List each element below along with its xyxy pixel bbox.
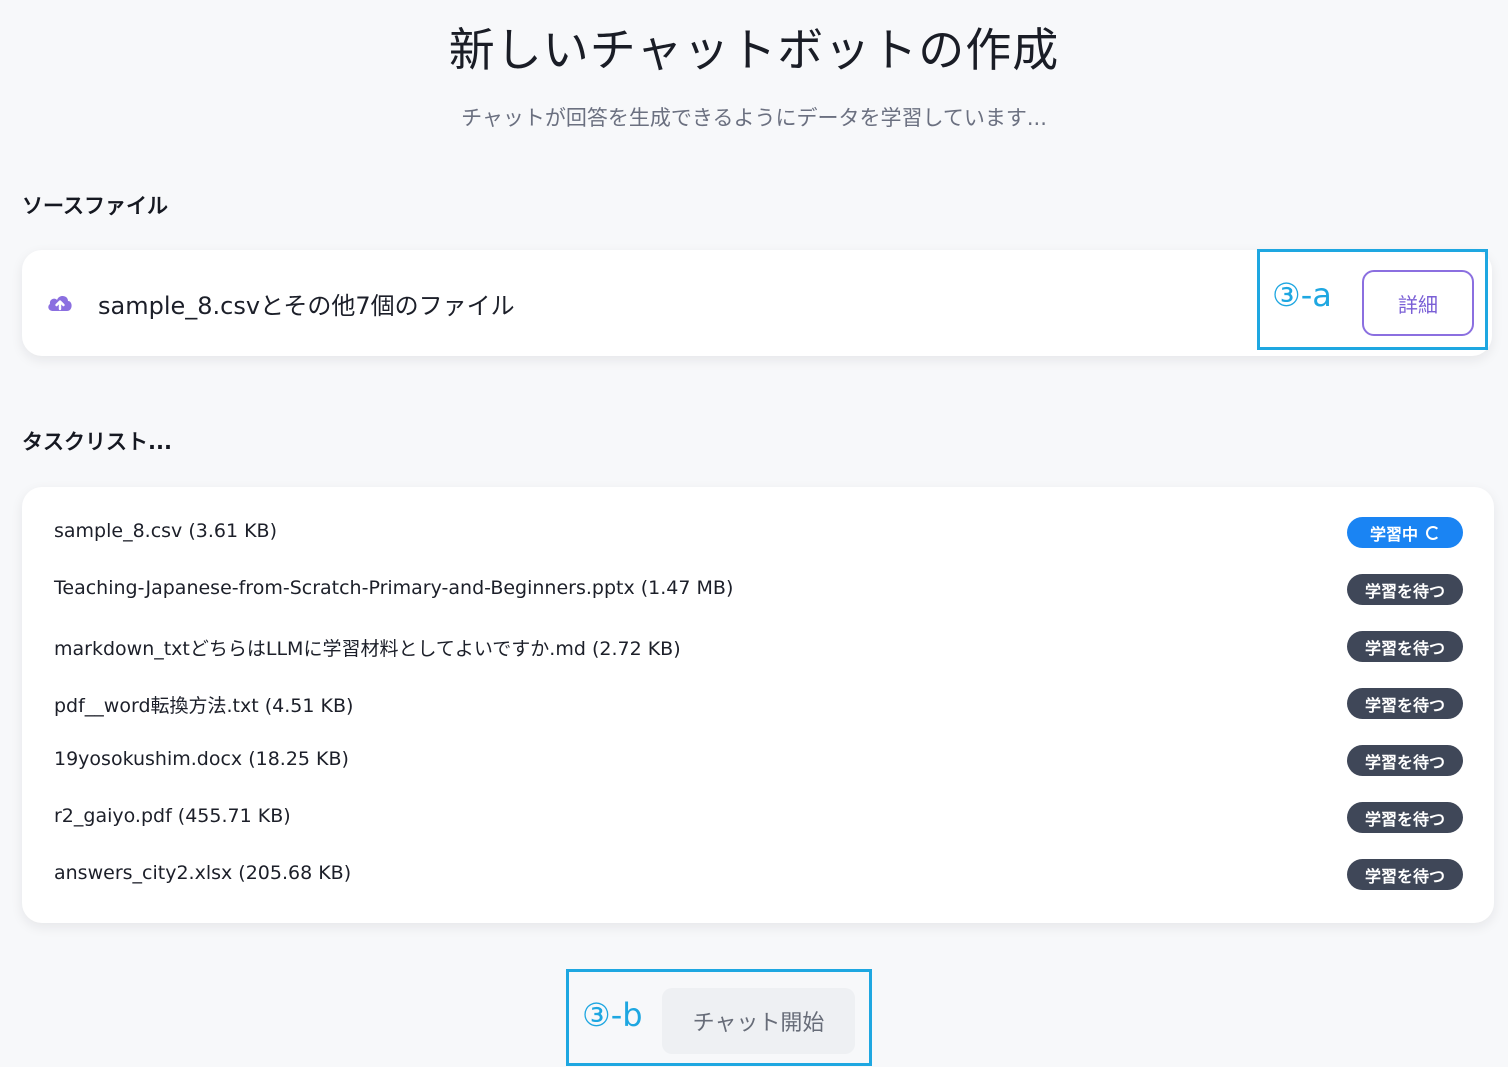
- task-row: Teaching-Japanese-from-Scratch-Primary-a…: [22, 570, 1494, 610]
- start-chat-button[interactable]: チャット開始: [662, 988, 855, 1054]
- task-file-name: Teaching-Japanese-from-Scratch-Primary-a…: [54, 577, 734, 599]
- task-list-card: sample_8.csv (3.61 KB) 学習中 Teaching-Japa…: [22, 487, 1494, 923]
- task-file-name: 19yosokushim.docx (18.25 KB): [54, 748, 349, 770]
- task-row: r2_gaiyo.pdf (455.71 KB) 学習を待つ: [22, 798, 1494, 838]
- status-badge: 学習を待つ: [1347, 859, 1463, 890]
- annotation-label-a: ③-a: [1272, 276, 1332, 314]
- page-subtitle: チャットが回答を生成できるようにデータを学習しています...: [461, 106, 1047, 130]
- task-file-name: r2_gaiyo.pdf (455.71 KB): [54, 805, 291, 827]
- status-badge: 学習を待つ: [1347, 631, 1463, 662]
- status-badge: 学習を待つ: [1347, 574, 1463, 605]
- status-badge: 学習中: [1347, 517, 1463, 548]
- detail-button[interactable]: 詳細: [1362, 270, 1474, 336]
- cloud-upload-icon: [48, 295, 72, 311]
- status-badge: 学習を待つ: [1347, 688, 1463, 719]
- source-file-summary: sample_8.csvとその他7個のファイル: [98, 292, 515, 320]
- status-badge: 学習を待つ: [1347, 745, 1463, 776]
- page-title: 新しいチャットボットの作成: [448, 23, 1060, 77]
- task-row: pdf__word転換方法.txt (4.51 KB) 学習を待つ: [22, 684, 1494, 724]
- task-file-name: markdown_txtどちらはLLMに学習材料としてよいですか.md (2.7…: [54, 638, 681, 660]
- status-badge: 学習を待つ: [1347, 802, 1463, 833]
- source-section-label: ソースファイル: [22, 194, 168, 218]
- task-file-name: answers_city2.xlsx (205.68 KB): [54, 862, 352, 884]
- task-list-section-label: タスクリスト...: [22, 430, 172, 454]
- annotation-label-b: ③-b: [582, 996, 643, 1034]
- task-file-name: sample_8.csv (3.61 KB): [54, 520, 277, 542]
- page: 新しいチャットボットの作成 チャットが回答を生成できるようにデータを学習していま…: [0, 0, 1508, 1067]
- status-badge-label: 学習中: [1369, 524, 1418, 544]
- task-row: answers_city2.xlsx (205.68 KB) 学習を待つ: [22, 855, 1494, 895]
- task-row: markdown_txtどちらはLLMに学習材料としてよいですか.md (2.7…: [22, 627, 1494, 667]
- task-row: sample_8.csv (3.61 KB) 学習中: [22, 513, 1494, 553]
- task-row: 19yosokushim.docx (18.25 KB) 学習を待つ: [22, 741, 1494, 781]
- task-file-name: pdf__word転換方法.txt (4.51 KB): [54, 695, 354, 717]
- loading-spinner-icon: [1426, 525, 1440, 540]
